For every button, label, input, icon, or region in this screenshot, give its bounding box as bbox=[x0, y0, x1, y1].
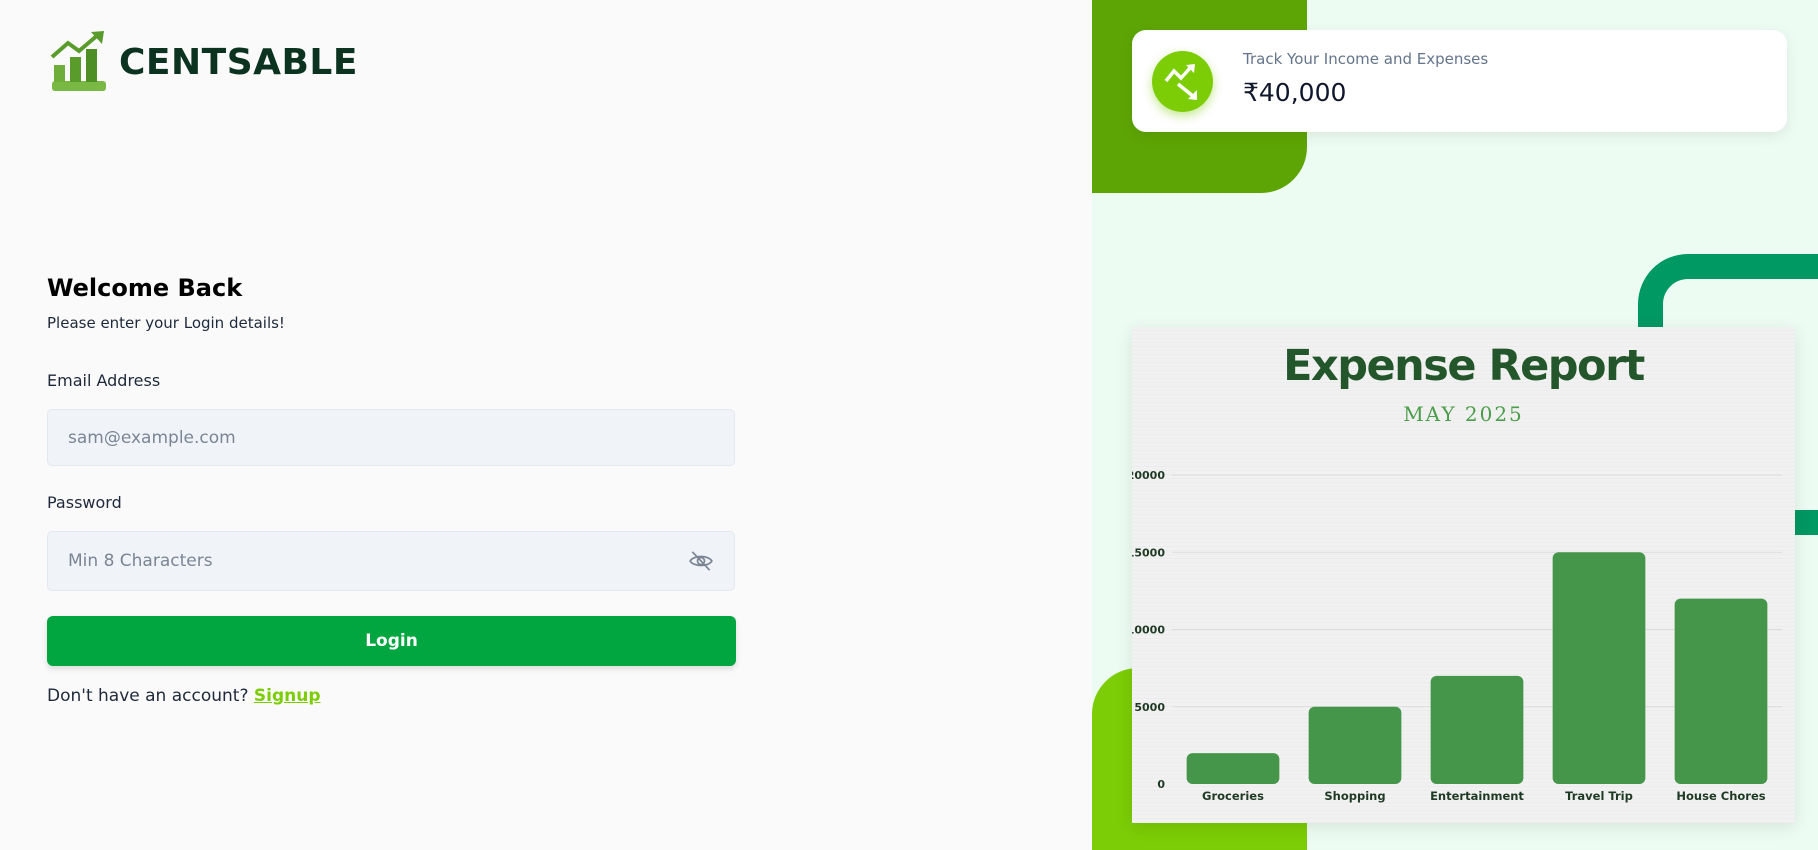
brand-name: CENTSABLE bbox=[119, 41, 358, 83]
y-tick-label: 5000 bbox=[1134, 701, 1165, 714]
bar-house-chores bbox=[1674, 598, 1768, 784]
bar-shopping bbox=[1308, 706, 1402, 784]
bar-travel-trip bbox=[1552, 552, 1646, 784]
password-field[interactable] bbox=[47, 531, 735, 591]
expense-report-chart: Expense Report MAY 2025 0500010000150002… bbox=[1132, 327, 1795, 823]
bar-groceries bbox=[1186, 753, 1280, 784]
page-subtitle: Please enter your Login details! bbox=[47, 314, 285, 332]
signup-prompt-text: Don't have an account? bbox=[47, 686, 249, 706]
growth-bars-icon bbox=[50, 31, 106, 91]
y-tick-label: 15000 bbox=[1132, 546, 1165, 559]
page-title: Welcome Back bbox=[47, 274, 243, 302]
promo-pane: Track Your Income and Expenses ₹40,000 E… bbox=[1092, 0, 1818, 850]
x-tick-label: House Chores bbox=[1676, 789, 1765, 803]
x-tick-label: Groceries bbox=[1202, 789, 1264, 803]
brand-logo[interactable]: CENTSABLE bbox=[49, 31, 358, 93]
y-tick-label: 20000 bbox=[1132, 469, 1165, 482]
email-field[interactable] bbox=[47, 409, 735, 466]
decorative-tab bbox=[1794, 510, 1818, 535]
login-button[interactable]: Login bbox=[47, 616, 736, 666]
password-label: Password bbox=[47, 493, 122, 512]
y-tick-label: 0 bbox=[1157, 778, 1165, 791]
card-label: Track Your Income and Expenses bbox=[1243, 50, 1489, 68]
signup-link[interactable]: Signup bbox=[254, 686, 321, 706]
login-pane: CENTSABLE Welcome Back Please enter your… bbox=[0, 0, 1092, 850]
x-tick-label: Entertainment bbox=[1430, 789, 1524, 803]
trend-arrows-icon bbox=[1152, 51, 1213, 112]
bar-entertainment bbox=[1430, 675, 1524, 784]
x-tick-label: Travel Trip bbox=[1565, 789, 1633, 803]
signup-prompt: Don't have an account? Signup bbox=[47, 686, 321, 706]
eye-off-icon[interactable] bbox=[688, 548, 714, 574]
bar-chart: 0 5000 10000 15000 20000 Groceries Shopping Ent… bbox=[1132, 469, 1782, 803]
email-label: Email Address bbox=[47, 371, 161, 390]
x-tick-label: Shopping bbox=[1324, 789, 1385, 803]
income-expense-card: Track Your Income and Expenses ₹40,000 bbox=[1132, 30, 1787, 132]
y-tick-label: 10000 bbox=[1132, 624, 1165, 637]
card-value: ₹40,000 bbox=[1243, 78, 1347, 107]
